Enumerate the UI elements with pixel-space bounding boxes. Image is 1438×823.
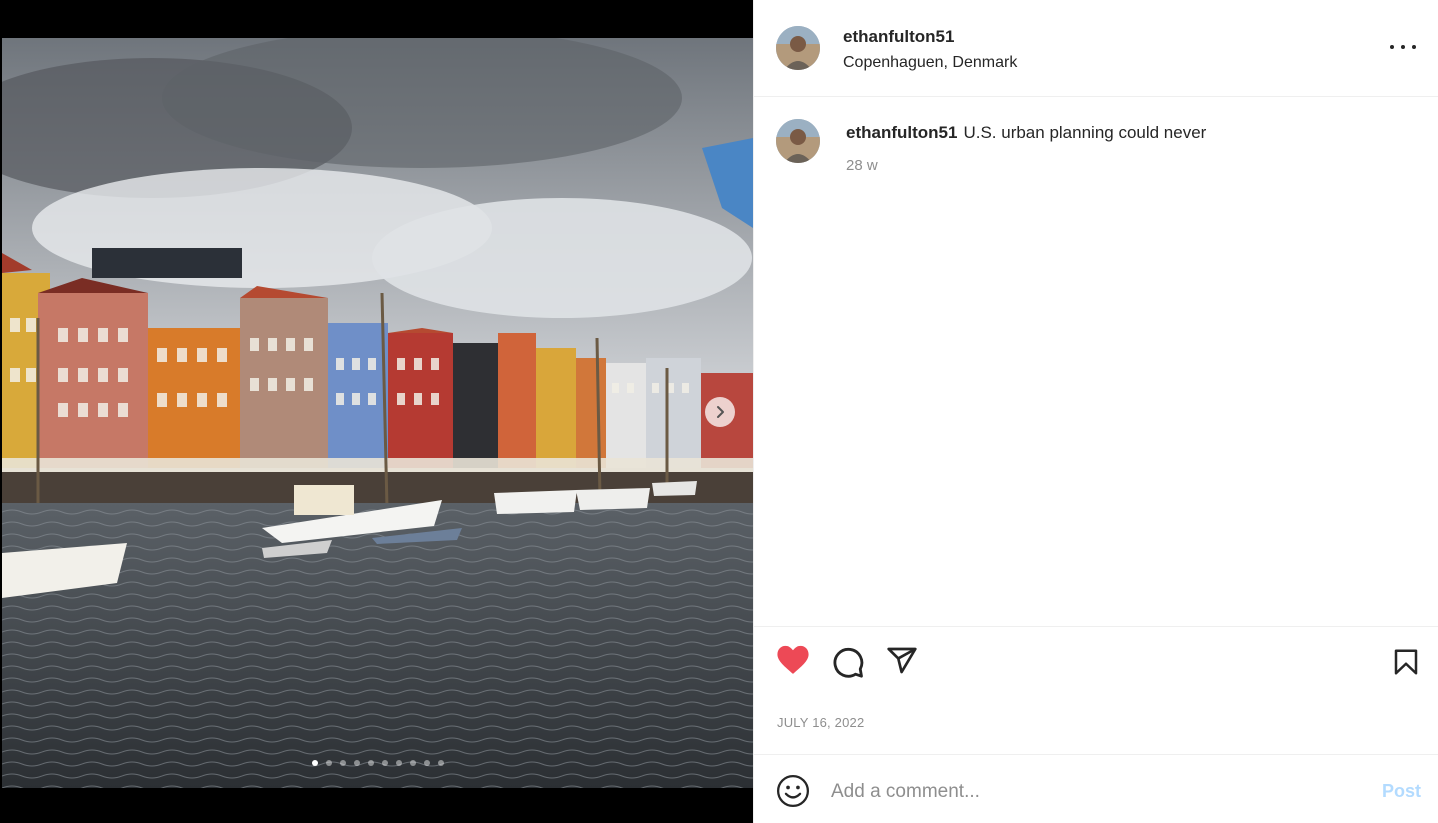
author-username[interactable]: ethanfulton51 [843,27,954,47]
post-header: ethanfulton51 Copenhaguen, Denmark [754,0,1438,97]
carousel-dot [424,760,430,766]
heart-filled-icon [777,645,809,674]
comment-button[interactable] [831,645,865,684]
post-comment-button[interactable]: Post [1382,781,1421,802]
chevron-right-icon [717,406,724,418]
post-date[interactable]: JULY 16, 2022 [777,715,864,730]
divider [754,754,1438,755]
post-location[interactable]: Copenhaguen, Denmark [843,54,1017,72]
carousel-dot [396,760,402,766]
carousel-indicator [312,760,444,766]
post-caption: ethanfulton51 U.S. urban planning could n… [846,123,1206,143]
caption-author-avatar[interactable] [776,119,820,163]
caption-text: U.S. urban planning could never [963,123,1207,142]
author-avatar[interactable] [776,26,820,70]
carousel-dot-active [312,760,318,766]
caption-age[interactable]: 28 w [846,157,878,174]
share-button[interactable] [886,645,918,682]
emoji-button[interactable] [776,774,810,813]
carousel-dot [368,760,374,766]
like-button[interactable] [776,644,810,681]
carousel-dot [410,760,416,766]
carousel-dot [382,760,388,766]
bookmark-icon [1394,649,1418,675]
smiley-icon [776,774,810,808]
post-details-panel: ethanfulton51 Copenhaguen, Denmark ethan… [753,0,1438,823]
save-button[interactable] [1391,646,1421,683]
more-horizontal-icon [1390,45,1394,49]
divider [754,626,1438,627]
post-photo[interactable] [2,38,753,788]
carousel-dot [354,760,360,766]
comment-bubble-icon [833,647,864,678]
more-options-button[interactable] [1390,36,1416,58]
caption-username[interactable]: ethanfulton51 [846,123,957,142]
post-media-panel [0,0,753,823]
carousel-next-button[interactable] [705,397,735,427]
carousel-dot [326,760,332,766]
carousel-dot [340,760,346,766]
carousel-dot [438,760,444,766]
comment-input[interactable] [831,778,1351,806]
paper-plane-icon [887,647,917,674]
